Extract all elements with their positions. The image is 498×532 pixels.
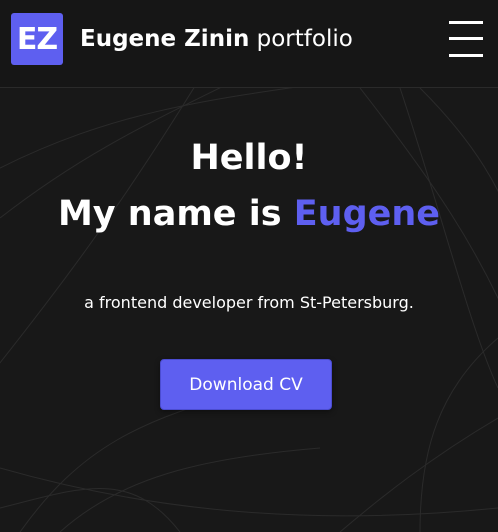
hero-greeting: Hello!: [190, 138, 308, 178]
logo-link[interactable]: EZ: [11, 13, 63, 65]
hamburger-menu-icon-bar: [449, 37, 483, 40]
hamburger-menu-icon: [449, 21, 483, 24]
hamburger-menu-icon-bar: [449, 54, 483, 57]
logo-mark: EZ: [16, 21, 58, 57]
download-cv-button[interactable]: Download CV: [160, 359, 332, 410]
hero-intro-prefix: My name is: [57, 194, 294, 234]
site-title: Eugene Zinin portfolio: [80, 24, 353, 54]
site-header: EZ Eugene Zinin portfolio: [0, 0, 498, 88]
hamburger-menu-button[interactable]: [449, 20, 485, 58]
brand-name: Eugene Zinin: [80, 26, 250, 52]
brand-subtitle: portfolio: [256, 26, 353, 52]
hero-tagline: a frontend developer from St-Petersburg.: [84, 293, 414, 312]
hero-intro-name: Eugene: [293, 194, 441, 234]
hero-intro: My name is Eugene: [0, 192, 498, 236]
